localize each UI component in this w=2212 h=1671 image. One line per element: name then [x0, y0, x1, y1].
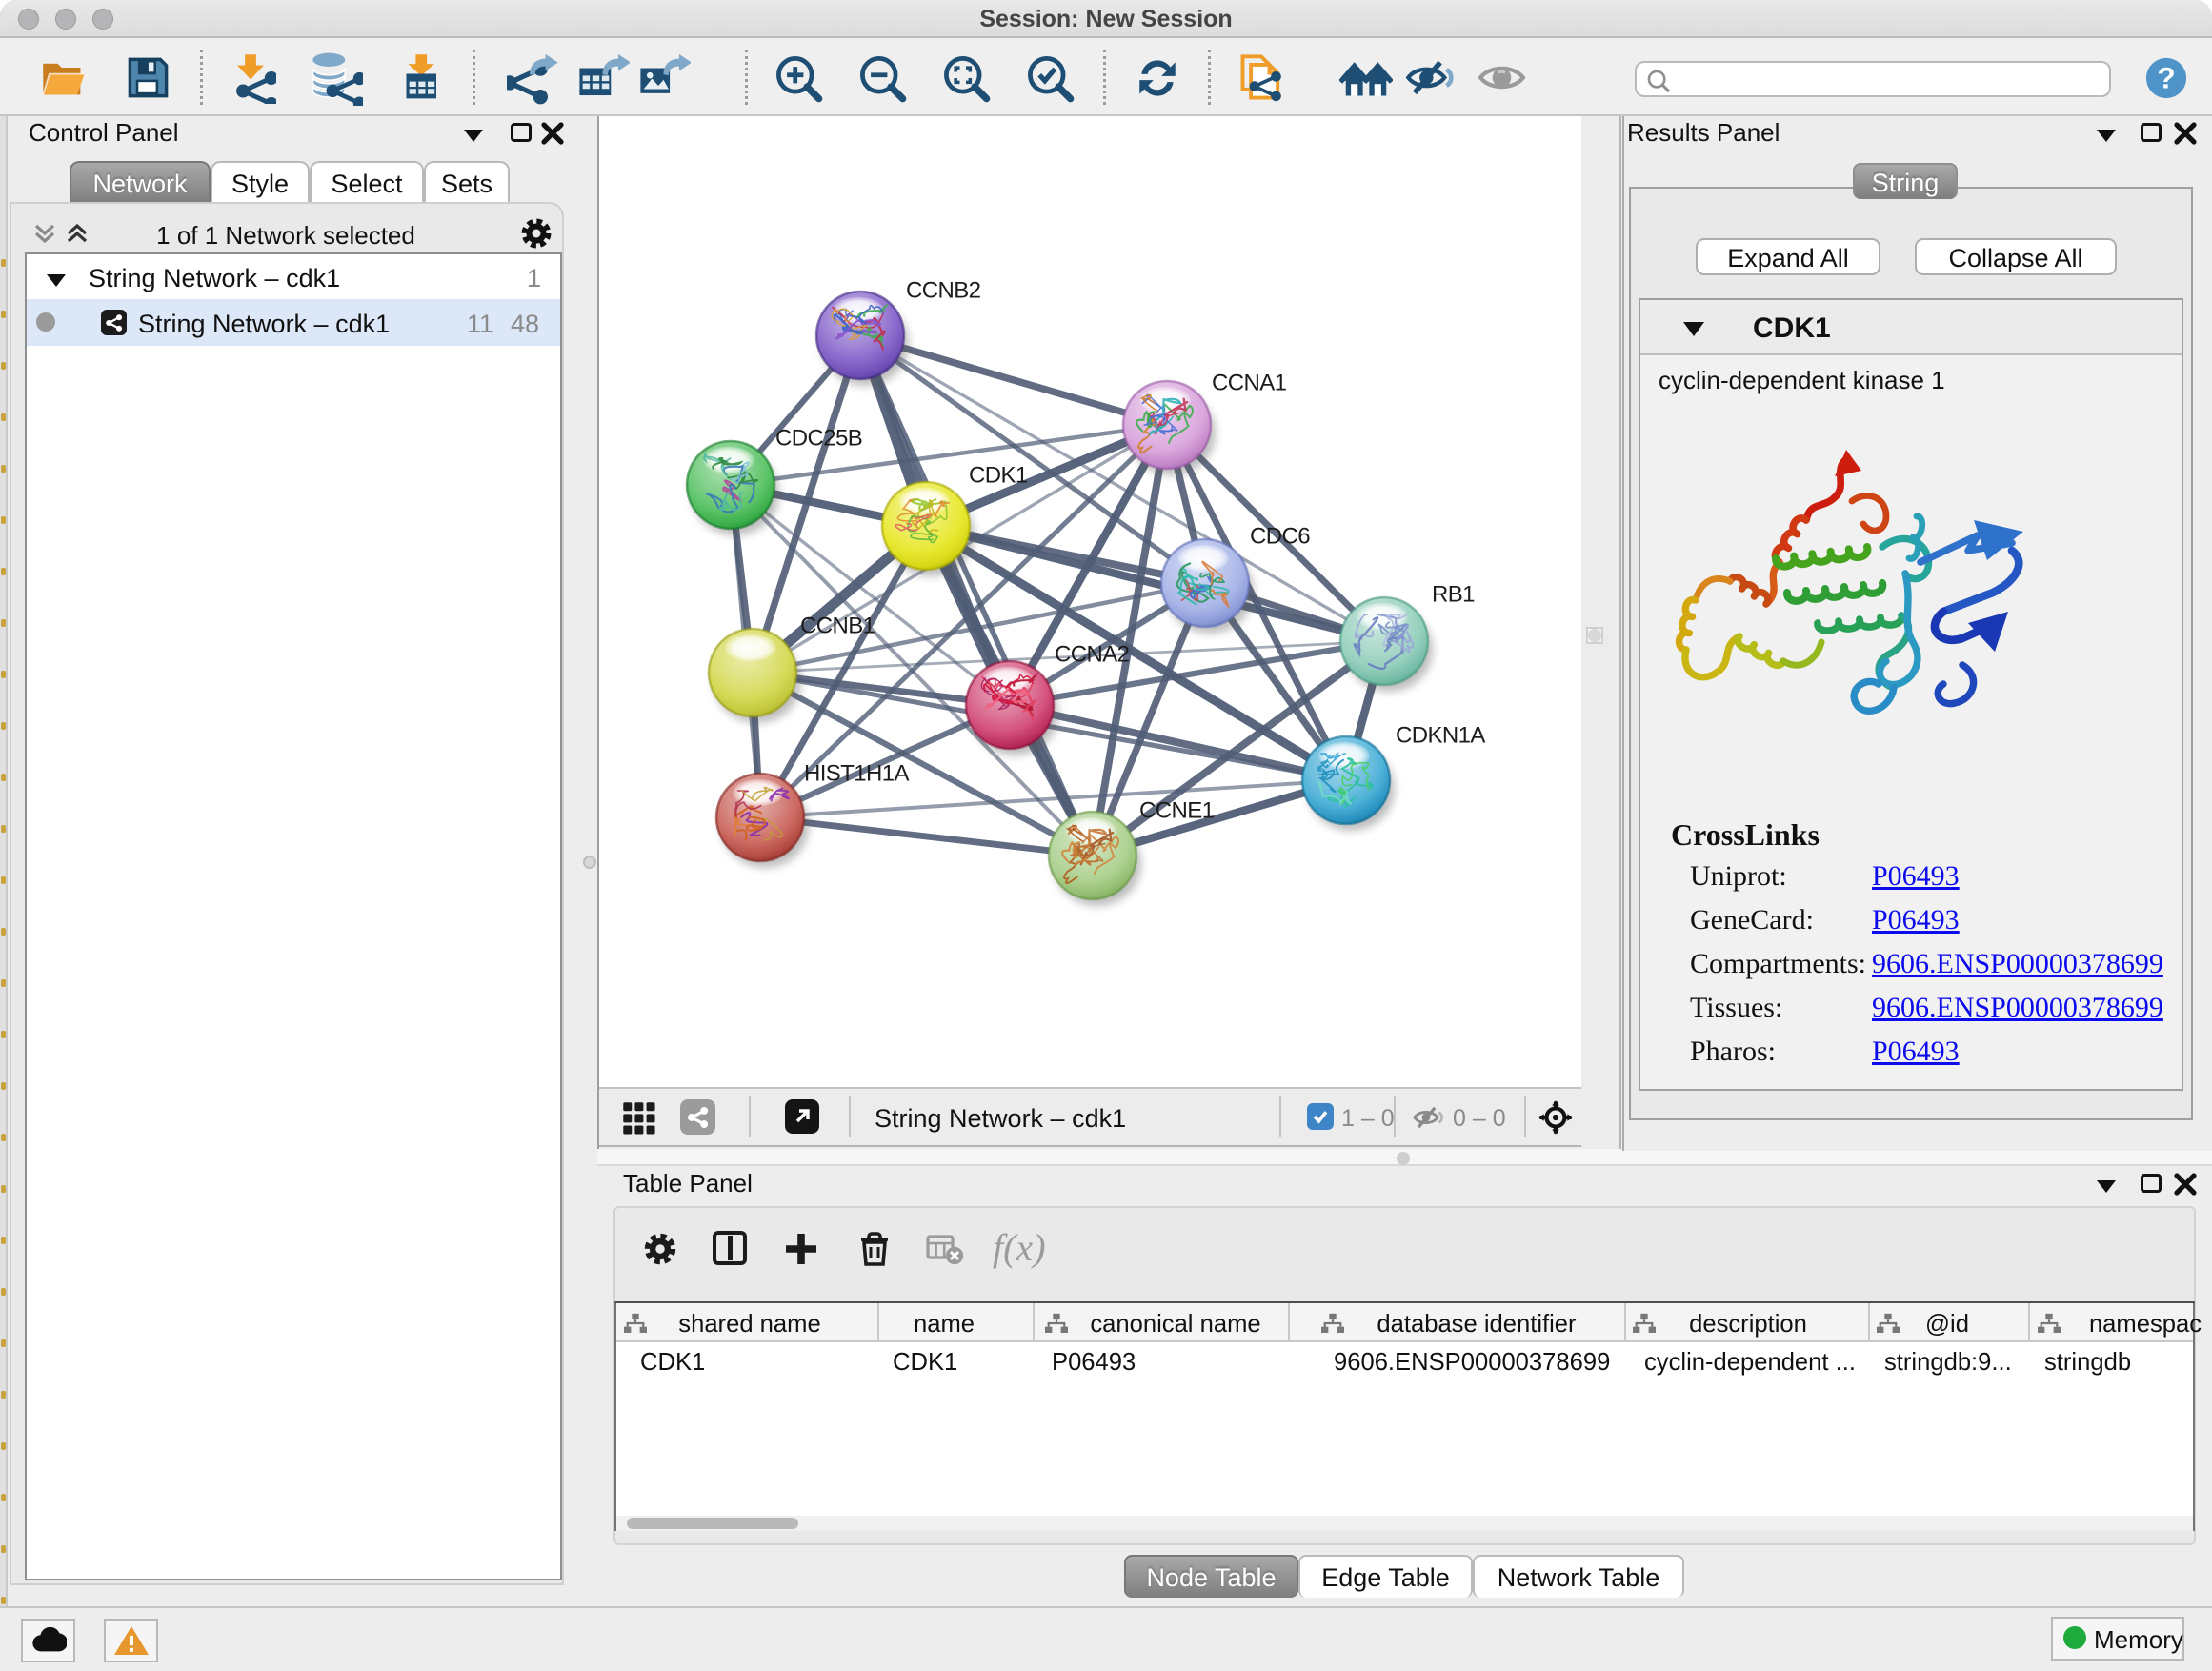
svg-text:CCNA2: CCNA2 — [1055, 642, 1130, 668]
svg-text:CDC6: CDC6 — [1250, 524, 1310, 550]
svg-text:CCNB1: CCNB1 — [800, 614, 875, 639]
svg-text:CCNA1: CCNA1 — [1212, 371, 1287, 396]
svg-text:?: ? — [2157, 61, 2175, 95]
svg-text:CDK1: CDK1 — [969, 463, 1028, 489]
svg-text:HIST1H1A: HIST1H1A — [804, 761, 909, 787]
svg-text:RB1: RB1 — [1432, 582, 1475, 608]
svg-text:CDKN1A: CDKN1A — [1396, 723, 1485, 749]
svg-text:CCNE1: CCNE1 — [1139, 798, 1215, 824]
svg-text:CCNB2: CCNB2 — [906, 278, 981, 304]
svg-text:CDC25B: CDC25B — [775, 426, 862, 452]
